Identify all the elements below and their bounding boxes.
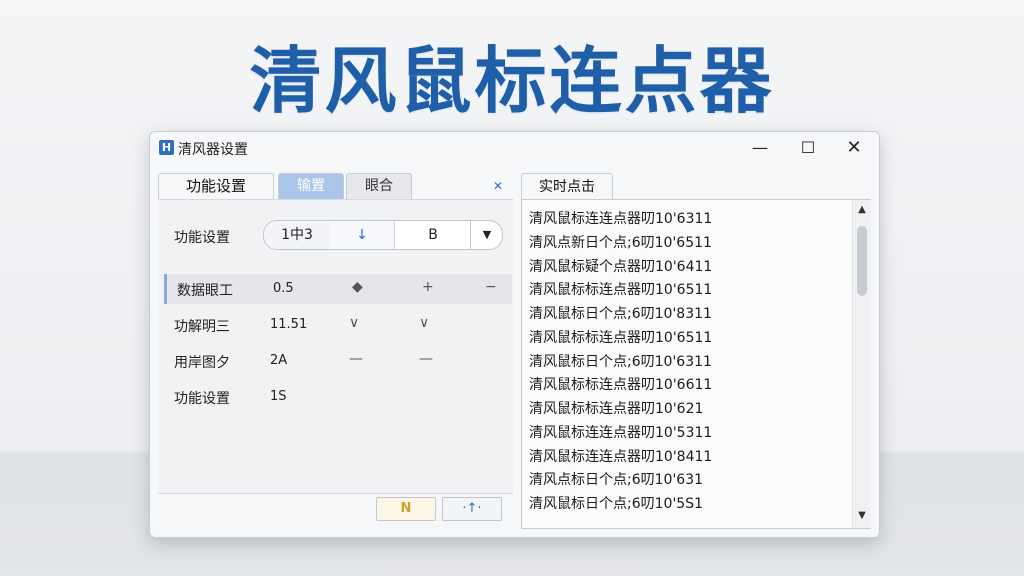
tab-function-settings[interactable]: 功能设置 [158,173,274,201]
dash-icon: — [419,351,433,367]
chevron-down-icon[interactable]: ▼ [470,221,503,249]
chevron-down-icon[interactable]: ∨ [419,315,429,331]
tab-close-icon[interactable]: ✕ [493,179,503,193]
dash-icon: — [349,351,363,367]
list-item: 清风鼠标连连点器叨10'5311 [529,425,713,441]
minimize-button[interactable]: — [742,135,778,161]
tab-combine[interactable]: 眼合 [346,173,412,199]
list-item: 清风点标日个点;6叨10'631 [529,472,704,488]
list-item: 清风鼠标日个点;6叨10'6311 [529,354,712,370]
param-value[interactable]: 2A [270,353,287,368]
maximize-button[interactable]: ☐ [790,135,826,161]
param-value[interactable]: 11.51 [270,317,307,332]
banner-title: 清风鼠标连点器 [249,38,775,123]
realtime-click-panel: 实时点击 清风鼠标连连点器叨10'6311 清风点新日个点;6叨10'6511 … [521,173,871,529]
list-item: 清风鼠标连连点器叨10'8411 [529,449,713,465]
function-setting-label: 功能设置 [174,230,230,246]
param-label: 数据眼工 [177,283,233,299]
click-log-list[interactable]: 清风鼠标连连点器叨10'6311 清风点新日个点;6叨10'6511 清风鼠标疑… [521,199,871,529]
window-title: 清风器设置 [178,142,248,158]
action-bar: N ·↑· [158,493,513,530]
list-item: 清风鼠标标连点器叨10'6611 [529,377,713,393]
log-scrollbar[interactable]: ▲ ▼ [852,200,871,528]
title-bar[interactable]: H 清风器设置 — ☐ ✕ [150,132,879,164]
list-item: 清风鼠标标连点器叨10'6511 [529,330,713,346]
param-label: 功解明三 [174,319,230,335]
scrollbar-thumb[interactable] [857,226,867,296]
list-item: 清风鼠标标连点器叨10'621 [529,401,704,417]
mode-selector[interactable]: 1中3 ↓ B ▼ [263,220,503,250]
param-label: 功能设置 [174,391,230,407]
param-row[interactable]: 用岸图夕 2A — — [164,346,509,376]
list-item: 清风鼠标标连点器叨10'6511 [529,282,713,298]
action-button-up[interactable]: ·↑· [442,497,502,521]
function-settings-panel: 功能设置 1中3 ↓ B ▼ 数据眼工 0.5 ◆ + − 功解明三 11.51… [158,199,513,494]
app-icon: H [159,140,174,155]
tab-realtime-click[interactable]: 实时点击 [521,173,613,200]
list-item: 清风鼠标日个点;6叨10'5S1 [529,496,703,512]
param-row[interactable]: 功能设置 1S [164,382,509,412]
param-row[interactable]: 数据眼工 0.5 ◆ + − [164,274,512,304]
list-item: 清风点新日个点;6叨10'6511 [529,235,712,251]
diamond-icon[interactable]: ◆ [352,279,363,295]
mode-segment-2[interactable]: ↓ [330,221,394,249]
mode-segment-3[interactable]: B [394,221,471,249]
list-item: 清风鼠标疑个点器叨10'6411 [529,259,713,275]
plus-icon[interactable]: + [422,279,434,295]
scroll-down-icon[interactable]: ▼ [853,510,871,521]
minus-icon[interactable]: − [485,279,497,295]
scroll-up-icon[interactable]: ▲ [853,204,871,215]
action-button-n[interactable]: N [376,497,436,521]
settings-window: H 清风器设置 — ☐ ✕ 功能设置 输置 眼合 ✕ 功能设置 1中3 ↓ B … [149,131,880,538]
list-item: 清风鼠标日个点;6叨10'8311 [529,306,712,322]
param-row[interactable]: 功解明三 11.51 ∨ ∨ [164,310,509,340]
mode-segment-1[interactable]: 1中3 [264,221,331,249]
close-button[interactable]: ✕ [836,135,872,161]
param-value[interactable]: 0.5 [273,281,294,296]
list-item: 清风鼠标连连点器叨10'6311 [529,211,713,227]
chevron-down-icon[interactable]: ∨ [349,315,359,331]
tab-settings[interactable]: 输置 [278,173,344,199]
param-value[interactable]: 1S [270,389,287,404]
param-label: 用岸图夕 [174,355,230,371]
